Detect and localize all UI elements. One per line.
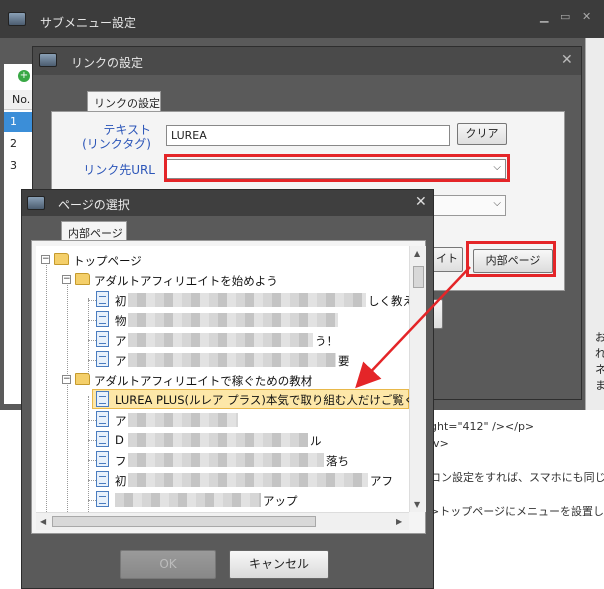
close-icon[interactable]: ✕ (561, 52, 573, 68)
text-label: テキスト (リンクタグ) (77, 123, 151, 151)
tree-item-root[interactable]: − トップページ (36, 250, 409, 270)
page-icon (96, 491, 109, 507)
tree-item-selected[interactable]: LUREA PLUS(ルレア プラス)本気で取り組む人だけご覧く (92, 389, 409, 409)
tree-folder[interactable]: − アダルトアフィリエイトを始めよう (36, 270, 409, 290)
minimize-icon[interactable]: ▁ (540, 10, 548, 23)
tree-item[interactable]: アップ (36, 490, 409, 510)
tree-item[interactable]: 物 (36, 310, 409, 330)
tree-item[interactable]: 初 しく教え (36, 290, 409, 310)
scroll-thumb[interactable] (52, 516, 316, 527)
text-label-line1: テキスト (103, 123, 151, 137)
scroll-thumb[interactable] (413, 266, 424, 288)
tree-item[interactable]: フ 落ち (36, 450, 409, 470)
horizontal-scrollbar[interactable]: ◀ ▶ (36, 512, 409, 530)
folder-icon (75, 373, 90, 385)
page-select-dialog: ページの選択 ✕ 内部ページ − トップページ − アダルトアフィリエイトを始め… (21, 189, 434, 589)
dialog-icon (27, 196, 45, 210)
page-icon (96, 431, 109, 447)
internal-page-highlight-box (466, 241, 556, 277)
page-tree[interactable]: − トップページ − アダルトアフィリエイトを始めよう 初 しく教え 物 ア う… (36, 246, 409, 512)
tab-link-settings[interactable]: リンクの設定 (87, 91, 161, 111)
text-input[interactable]: LUREA (166, 125, 450, 146)
tree-item[interactable]: 初 アフ (36, 470, 409, 490)
url-label: リンク先URL (83, 163, 155, 177)
secondary-combobox[interactable]: ⌵ (433, 195, 506, 216)
page-icon (96, 451, 109, 467)
collapse-icon[interactable]: − (62, 275, 71, 284)
maximize-icon[interactable]: ▭ (560, 10, 570, 23)
page-icon (96, 351, 109, 367)
folder-icon (54, 253, 69, 265)
clear-button[interactable]: クリア (457, 123, 507, 145)
tab-internal-pages[interactable]: 内部ページ (61, 221, 127, 241)
collapse-icon[interactable]: − (62, 375, 71, 384)
app-icon (8, 12, 26, 26)
main-window-title: サブメニュー設定 (40, 16, 137, 30)
vertical-scrollbar[interactable]: ▲ ▼ (409, 246, 426, 512)
link-dialog-title: リンクの設定 (71, 56, 144, 70)
scroll-up-icon[interactable]: ▲ (414, 249, 420, 258)
page-icon (96, 331, 109, 347)
dialog-icon (39, 53, 57, 67)
page-dialog-title: ページの選択 (58, 198, 130, 212)
ok-button[interactable]: OK (120, 550, 216, 579)
tree-item[interactable]: ア (36, 410, 409, 430)
collapse-icon[interactable]: − (41, 255, 50, 264)
close-icon[interactable]: ✕ (415, 194, 427, 210)
page-icon (96, 411, 109, 427)
page-icon (96, 471, 109, 487)
url-highlight-box (164, 154, 510, 182)
link-dialog-titlebar: リンクの設定 ✕ (33, 47, 581, 75)
close-icon[interactable]: ✕ (582, 10, 591, 23)
side-text-fragment: お れ ネ ま (595, 331, 604, 392)
text-label-line2: (リンクタグ) (82, 137, 151, 151)
page-icon (96, 391, 109, 407)
scroll-left-icon[interactable]: ◀ (40, 517, 46, 526)
main-window-titlebar: サブメニュー設定 ▁ ▭ ✕ (0, 0, 604, 38)
tree-item[interactable]: ア 要 (36, 350, 409, 370)
folder-icon (75, 273, 90, 285)
code-editor-text: ght="412" /></p> iv> コン設定をすれば、スマホにも同じよ >… (430, 420, 604, 518)
tree-folder[interactable]: − アダルトアフィリエイトで稼ぐための教材 (36, 370, 409, 390)
scroll-right-icon[interactable]: ▶ (396, 517, 402, 526)
scroll-down-icon[interactable]: ▼ (414, 500, 420, 509)
tree-item[interactable]: D ル (36, 430, 409, 450)
cancel-button[interactable]: キャンセル (229, 550, 329, 579)
page-icon (96, 311, 109, 327)
tree-item[interactable]: ア う！ (36, 330, 409, 350)
chevron-down-icon: ⌵ (493, 198, 501, 209)
page-icon (96, 291, 109, 307)
add-icon[interactable]: + (18, 70, 30, 82)
page-dialog-titlebar: ページの選択 ✕ (22, 190, 433, 216)
